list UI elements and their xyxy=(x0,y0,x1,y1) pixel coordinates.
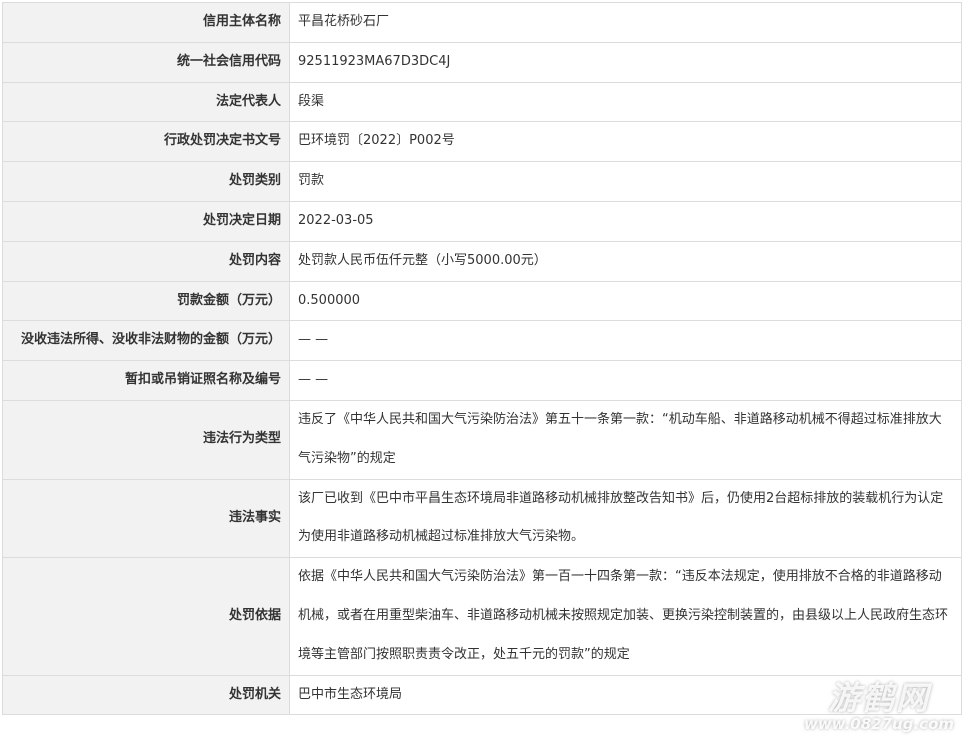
row-fine-amount: 罚款金额（万元） 0.500000 xyxy=(2,280,962,322)
label-penalty-basis: 处罚依据 xyxy=(2,557,290,676)
row-decision-doc-number: 行政处罚决定书文号 巴环境罚〔2022〕P002号 xyxy=(2,121,962,163)
value-violation-facts: 该厂已收到《巴中市平昌生态环境局非道路移动机械排放整改告知书》后，仍使用2台超标… xyxy=(289,478,962,559)
label-credit-code: 统一社会信用代码 xyxy=(2,41,290,83)
value-penalty-category: 罚款 xyxy=(289,161,962,202)
label-decision-doc-number: 行政处罚决定书文号 xyxy=(2,121,290,163)
value-decision-doc-number: 巴环境罚〔2022〕P002号 xyxy=(289,121,962,163)
row-entity-name: 信用主体名称 平昌花桥砂石厂 xyxy=(2,2,962,43)
label-confiscation-amount: 没收违法所得、没收非法财物的金额（万元） xyxy=(2,320,290,362)
row-confiscation-amount: 没收违法所得、没收非法财物的金额（万元） — — xyxy=(2,320,962,362)
row-penalty-basis: 处罚依据 依据《中华人民共和国大气污染防治法》第一百一十四条第一款：“违反本法规… xyxy=(2,557,962,676)
row-penalty-content: 处罚内容 处罚款人民币伍仟元整（小写5000.00元） xyxy=(2,240,962,282)
value-license-revocation: — — xyxy=(289,360,962,401)
row-violation-facts: 违法事实 该厂已收到《巴中市平昌生态环境局非道路移动机械排放整改告知书》后，仍使… xyxy=(2,478,962,559)
label-penalty-content: 处罚内容 xyxy=(2,240,290,282)
row-decision-date: 处罚决定日期 2022-03-05 xyxy=(2,200,962,242)
value-confiscation-amount: — — xyxy=(289,320,962,362)
value-fine-amount: 0.500000 xyxy=(289,280,962,322)
value-violation-type: 违反了《中华人民共和国大气污染防治法》第五十一条第一款：“机动车船、非道路移动机… xyxy=(289,399,962,480)
label-violation-facts: 违法事实 xyxy=(2,478,290,559)
row-violation-type: 违法行为类型 违反了《中华人民共和国大气污染防治法》第五十一条第一款：“机动车船… xyxy=(2,399,962,480)
row-license-revocation: 暂扣或吊销证照名称及编号 — — xyxy=(2,360,962,401)
value-credit-code: 92511923MA67D3DC4J xyxy=(289,41,962,83)
value-legal-representative: 段渠 xyxy=(289,81,962,123)
row-credit-code: 统一社会信用代码 92511923MA67D3DC4J xyxy=(2,41,962,83)
credit-info-table: 信用主体名称 平昌花桥砂石厂 统一社会信用代码 92511923MA67D3DC… xyxy=(2,2,962,716)
label-entity-name: 信用主体名称 xyxy=(2,2,290,43)
label-fine-amount: 罚款金额（万元） xyxy=(2,280,290,322)
value-penalty-content: 处罚款人民币伍仟元整（小写5000.00元） xyxy=(289,240,962,282)
label-license-revocation: 暂扣或吊销证照名称及编号 xyxy=(2,360,290,401)
row-legal-representative: 法定代表人 段渠 xyxy=(2,81,962,123)
label-penalty-category: 处罚类别 xyxy=(2,161,290,202)
label-violation-type: 违法行为类型 xyxy=(2,399,290,480)
value-entity-name: 平昌花桥砂石厂 xyxy=(289,2,962,43)
row-penalty-category: 处罚类别 罚款 xyxy=(2,161,962,202)
value-penalty-basis: 依据《中华人民共和国大气污染防治法》第一百一十四条第一款：“违反本法规定，使用排… xyxy=(289,557,962,676)
value-penalty-authority: 巴中市生态环境局 xyxy=(289,674,962,716)
label-penalty-authority: 处罚机关 xyxy=(2,674,290,716)
label-decision-date: 处罚决定日期 xyxy=(2,200,290,242)
watermark-url: www.0827ug.com xyxy=(804,715,954,733)
row-penalty-authority: 处罚机关 巴中市生态环境局 xyxy=(2,674,962,716)
label-legal-representative: 法定代表人 xyxy=(2,81,290,123)
value-decision-date: 2022-03-05 xyxy=(289,200,962,242)
